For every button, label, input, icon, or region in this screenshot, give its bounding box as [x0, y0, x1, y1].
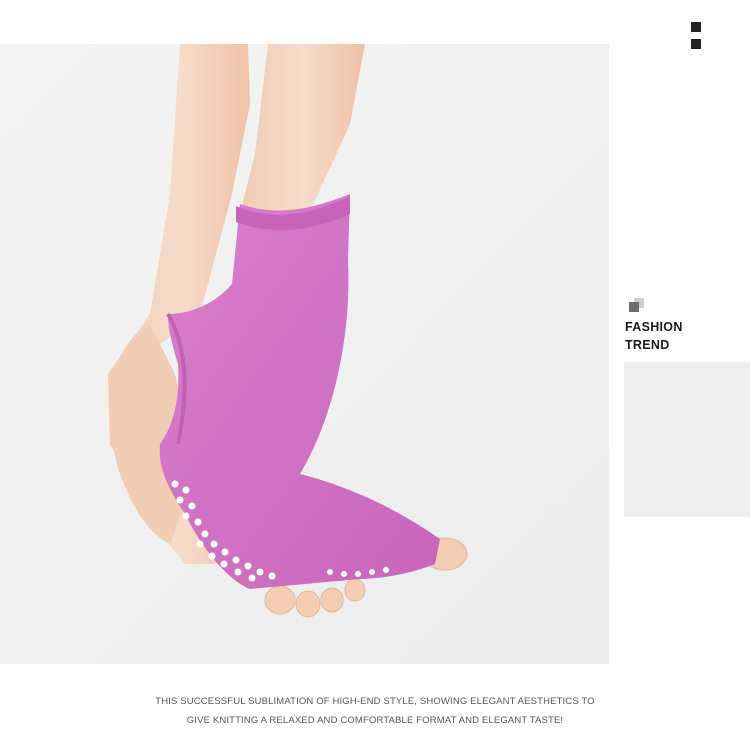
corner-square-top — [691, 22, 701, 32]
product-photo — [0, 44, 609, 664]
corner-square-bottom — [691, 39, 701, 49]
gray-panel — [624, 362, 750, 517]
caption-line1: THIS SUCCESSFUL SUBLIMATION OF HIGH-END … — [155, 696, 595, 707]
fashion-trend-line1: FASHION — [625, 320, 683, 334]
fashion-trend-line2: TREND — [625, 338, 670, 352]
corner-decoration — [691, 22, 701, 50]
caption: THIS SUCCESSFUL SUBLIMATION OF HIGH-END … — [0, 692, 750, 730]
fashion-trend-title: FASHION TREND — [625, 318, 735, 354]
fashion-squares-icon — [629, 298, 645, 314]
caption-line2: GIVE KNITTING A RELAXED AND COMFORTABLE … — [186, 715, 564, 726]
